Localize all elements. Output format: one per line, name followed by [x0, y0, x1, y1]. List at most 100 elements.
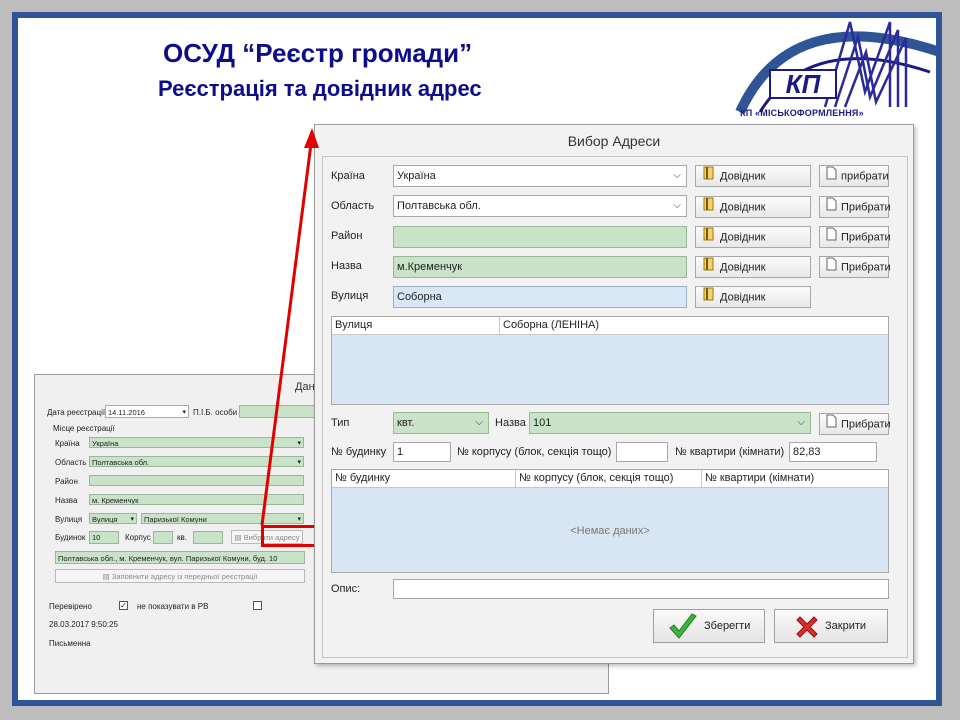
house-grid[interactable]: № будинку № корпусу (блок, секція тощо) …: [331, 469, 889, 573]
logo-caption: КП «МІСЬКОФОРМЛЕННЯ»: [740, 108, 864, 118]
type-name-select[interactable]: 101 ⌵: [529, 412, 811, 434]
chevron-down-icon: ⌵: [475, 417, 483, 428]
not-show-checkbox[interactable]: [253, 601, 262, 610]
grid-header-cell: Вулиця: [332, 317, 500, 334]
book-icon: [702, 287, 716, 308]
document-icon: [826, 257, 837, 278]
chevron-down-icon: ⌵: [673, 200, 681, 211]
region-label: Область: [55, 458, 87, 467]
type-select[interactable]: квт. ⌵: [393, 412, 489, 434]
name-label: Назва: [331, 260, 362, 272]
street-label: Вулиця: [331, 290, 369, 302]
district-remove-button[interactable]: Прибрати: [819, 226, 891, 248]
house-label: Будинок: [55, 533, 86, 542]
check-icon: [668, 613, 698, 644]
korpus-input[interactable]: [616, 442, 668, 462]
document-icon: [826, 197, 837, 218]
house-field[interactable]: 10: [89, 531, 119, 544]
chevron-down-icon: ⌵: [797, 417, 805, 428]
region-remove-button[interactable]: Прибрати: [819, 196, 891, 218]
street-label: Вулиця: [55, 515, 83, 524]
type-name-label: Назва: [495, 417, 526, 429]
document-icon: [826, 166, 837, 187]
street-type-field[interactable]: Вулиця ▾: [89, 513, 137, 524]
timestamp: 28.03.2017 9:50:25: [49, 620, 118, 629]
book-icon: [702, 257, 716, 278]
region-field[interactable]: Полтавська обл. ▾: [89, 456, 304, 467]
chevron-down-icon: ⌵: [673, 170, 681, 181]
kv-label: кв.: [177, 533, 187, 542]
region-directory-button[interactable]: Довідник: [695, 196, 811, 218]
not-show-label: не показувати в РВ: [137, 602, 209, 611]
korpus-label: № корпусу (блок, секція тощо): [457, 446, 612, 458]
name-label: Назва: [55, 496, 78, 505]
document-icon: ▤: [234, 533, 244, 542]
korpus-field[interactable]: [153, 531, 173, 544]
save-button[interactable]: Зберегти: [653, 609, 765, 643]
country-select[interactable]: Україна ⌵: [393, 165, 687, 187]
verified-label: Перевірено: [49, 602, 92, 611]
dialog-title: Вибор Адреси: [567, 133, 661, 149]
slide-title: ОСУД “Реєстр громади”: [163, 38, 473, 68]
empty-grid-message: <Немає даних>: [570, 525, 650, 537]
slide-subtitle: Реєстрація та довідник адрес: [158, 76, 482, 101]
name-field[interactable]: м.Кременчук: [393, 256, 687, 278]
country-label: Країна: [55, 439, 80, 448]
description-input[interactable]: [393, 579, 889, 599]
written-label: Письменна: [49, 639, 91, 648]
document-icon: [826, 227, 837, 248]
kv-field[interactable]: [193, 531, 223, 544]
district-directory-button[interactable]: Довідник: [695, 226, 811, 248]
district-label: Район: [55, 477, 78, 486]
chevron-down-icon: ▾: [297, 459, 301, 466]
country-field[interactable]: Україна ▾: [89, 437, 304, 448]
book-icon: [702, 227, 716, 248]
verified-checkbox[interactable]: ✓: [119, 601, 128, 610]
street-field[interactable]: Паризької Комуни ▾: [141, 513, 304, 524]
district-label: Район: [331, 230, 363, 242]
apartment-label: № квартири (кімнати): [675, 446, 785, 458]
country-remove-button[interactable]: прибрати: [819, 165, 889, 187]
place-group-label: Місце реєстрації: [53, 424, 115, 433]
street-directory-button[interactable]: Довідник: [695, 286, 811, 308]
document-icon: [826, 414, 837, 435]
type-label: Тип: [331, 417, 350, 429]
house-number-label: № будинку: [331, 446, 387, 458]
description-label: Опис:: [331, 583, 361, 595]
country-label: Країна: [331, 170, 365, 182]
grid-header-cell: № квартири (кімнати): [705, 472, 815, 484]
pib-label: П.І.Б. особи: [193, 408, 238, 417]
type-remove-button[interactable]: Прибрати: [819, 413, 891, 435]
country-directory-button[interactable]: Довідник: [695, 165, 811, 187]
name-directory-button[interactable]: Довідник: [695, 256, 811, 278]
grid-header-cell: № корпусу (блок, секція тощо): [516, 470, 702, 487]
chevron-down-icon: ▾: [297, 440, 301, 447]
book-icon: [702, 166, 716, 187]
grid-header-cell: Соборна (ЛЕНІНА): [503, 319, 600, 331]
logo-letters: КП: [786, 69, 822, 99]
chevron-down-icon: ▾: [130, 516, 134, 523]
street-grid-header: Вулиця Соборна (ЛЕНІНА): [332, 317, 888, 335]
close-button[interactable]: Закрити: [774, 609, 888, 643]
house-grid-header: № будинку № корпусу (блок, секція тощо) …: [332, 470, 888, 488]
apartment-input[interactable]: 82,83: [789, 442, 877, 462]
close-icon: [793, 613, 821, 644]
district-field[interactable]: [393, 226, 687, 248]
street-grid[interactable]: Вулиця Соборна (ЛЕНІНА): [331, 316, 889, 405]
district-field[interactable]: [89, 475, 304, 486]
region-select[interactable]: Полтавська обл. ⌵: [393, 195, 687, 217]
fill-prev-address-button[interactable]: ▤ Заповнити адресу із передньої реєстрац…: [55, 569, 305, 583]
chevron-down-icon: ▾: [182, 409, 186, 416]
name-field[interactable]: м. Кременчук: [89, 494, 304, 505]
reg-date-field[interactable]: 14.11.2016 ▾: [105, 405, 189, 418]
document-icon: ▤: [102, 572, 112, 581]
grid-header-cell: № будинку: [332, 470, 516, 487]
book-icon: [702, 197, 716, 218]
korpus-label: Корпус: [125, 533, 151, 542]
chevron-down-icon: ▾: [297, 516, 301, 523]
street-field[interactable]: Соборна: [393, 286, 687, 308]
region-label: Область: [331, 200, 375, 212]
house-number-input[interactable]: 1: [393, 442, 451, 462]
name-remove-button[interactable]: Прибрати: [819, 256, 891, 278]
address-select-dialog: Вибор Адреси Країна Україна ⌵ Довідник пр…: [314, 124, 914, 664]
